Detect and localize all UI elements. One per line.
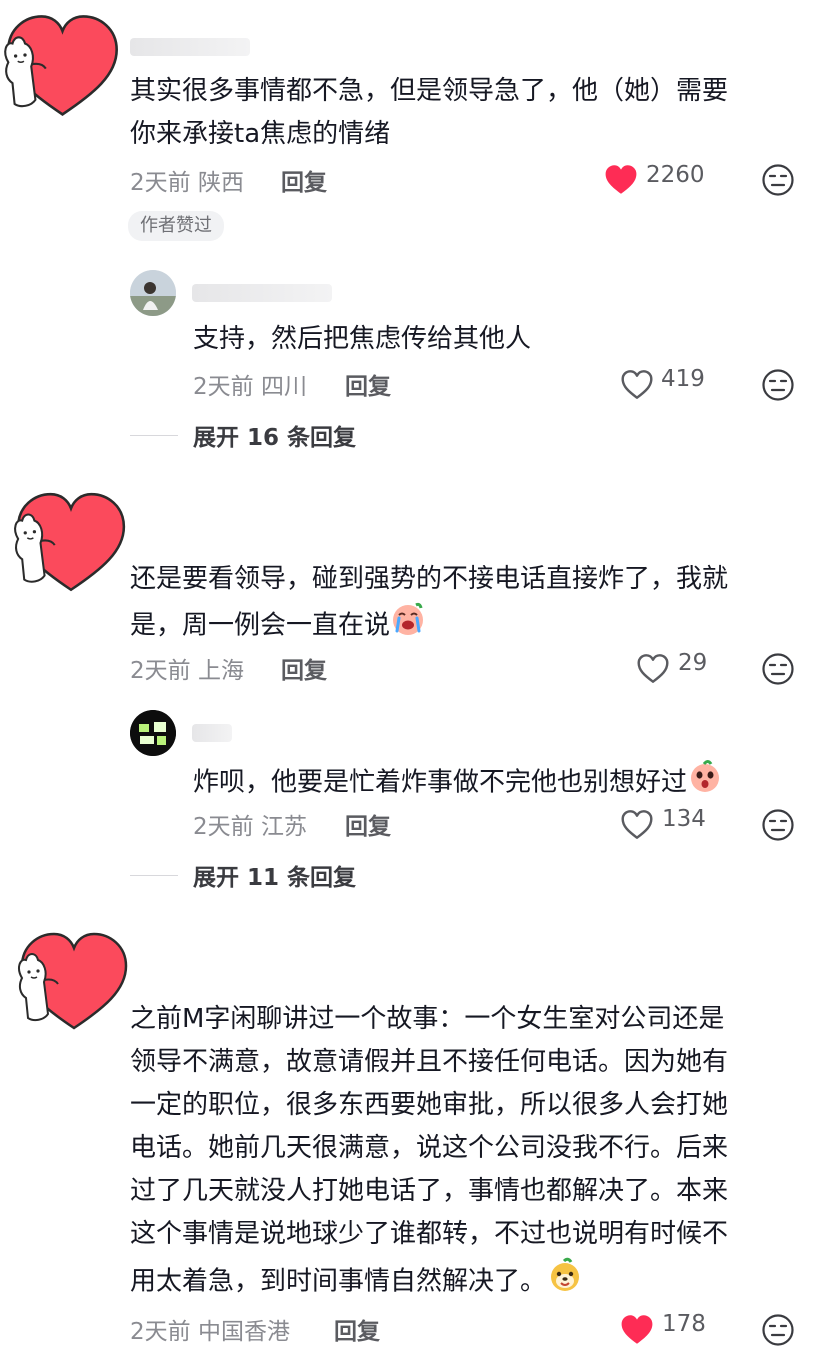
heart-outline-icon: [619, 808, 655, 841]
divider: [130, 875, 178, 876]
username[interactable]: [130, 38, 250, 56]
reply-time: 2天前: [193, 374, 254, 400]
like-button[interactable]: [619, 808, 655, 845]
author-liked-badge: 作者赞过: [128, 211, 224, 241]
like-count: 419: [661, 366, 705, 392]
reply-location: 江苏: [260, 814, 307, 840]
dislike-face-icon: [761, 368, 795, 402]
dislike-face-icon: [761, 652, 795, 686]
text-logo-icon: [130, 710, 176, 756]
reply-location: 四川: [260, 374, 307, 400]
expand-replies-button[interactable]: 展开 16 条回复: [193, 418, 356, 452]
reply-text: 支持，然后把焦虑传给其他人: [193, 324, 532, 354]
commenter-avatar-sticker[interactable]: [0, 10, 130, 125]
like-button[interactable]: [603, 163, 639, 200]
reply-avatar[interactable]: [130, 710, 176, 756]
reply-username[interactable]: [192, 284, 332, 302]
heart-outline-icon: [635, 652, 671, 685]
dislike-face-icon: [761, 808, 795, 842]
dislike-face-icon: [761, 163, 795, 197]
expand-replies-button[interactable]: 展开 11 条回复: [193, 858, 356, 892]
comment-meta: 2天前 陕西: [130, 163, 244, 197]
reply-text: 炸呗，他要是忙着炸事做不完他也别想好过: [193, 758, 723, 808]
dislike-button[interactable]: [761, 808, 795, 846]
dog-emoji-icon: [546, 1256, 584, 1308]
comment-time: 2天前: [130, 658, 191, 684]
heart-filled-icon: [619, 1313, 655, 1346]
dislike-button[interactable]: [761, 1313, 795, 1351]
comment-meta: 2天前 中国香港: [130, 1312, 290, 1346]
comment-text: 还是要看领导，碰到强势的不接电话直接炸了，我就 是，周一例会一直在说: [130, 558, 728, 651]
like-count: 178: [662, 1311, 706, 1337]
comment-location: 中国香港: [197, 1319, 290, 1345]
dislike-button[interactable]: [761, 652, 795, 690]
comment-time: 2天前: [130, 1319, 191, 1345]
dislike-button[interactable]: [761, 368, 795, 406]
reply-username[interactable]: [192, 724, 232, 742]
commenter-avatar-sticker[interactable]: [10, 488, 140, 603]
comment-location: 陕西: [197, 170, 244, 196]
like-count: 29: [678, 650, 708, 676]
heart-sticker-icon: [10, 488, 132, 600]
crying-emoji-icon: [390, 601, 426, 651]
comment-time: 2天前: [130, 170, 191, 196]
like-count: 2260: [646, 162, 705, 188]
like-button[interactable]: [619, 1313, 655, 1350]
comment-text: 其实很多事情都不急，但是领导急了，他（她）需要 你来承接ta焦虑的情绪: [130, 76, 729, 149]
person-photo-icon: [130, 270, 176, 316]
heart-sticker-icon: [14, 928, 134, 1038]
reply-button[interactable]: 回复: [281, 163, 327, 197]
dislike-face-icon: [761, 1313, 795, 1347]
like-button[interactable]: [619, 368, 655, 405]
comment-location: 上海: [197, 658, 244, 684]
reply-button[interactable]: 回复: [281, 651, 327, 685]
reply-button[interactable]: 回复: [345, 367, 391, 401]
reply-meta: 2天前 四川: [193, 367, 307, 401]
commenter-avatar-sticker[interactable]: [14, 928, 144, 1043]
like-button[interactable]: [635, 652, 671, 689]
like-count: 134: [662, 806, 706, 832]
divider: [130, 435, 178, 436]
dislike-button[interactable]: [761, 163, 795, 201]
reply-time: 2天前: [193, 814, 254, 840]
shocked-emoji-icon: [687, 758, 723, 808]
reply-button[interactable]: 回复: [345, 807, 391, 841]
heart-filled-icon: [603, 163, 639, 196]
reply-button[interactable]: 回复: [334, 1312, 380, 1346]
comment-text: 之前M字闲聊讲过一个故事：一个女生室对公司还是 领导不满意，故意请假并且不接任何…: [130, 998, 728, 1308]
reply-avatar[interactable]: [130, 270, 176, 316]
reply-meta: 2天前 江苏: [193, 807, 307, 841]
comment-meta: 2天前 上海: [130, 651, 244, 685]
heart-outline-icon: [619, 368, 655, 401]
heart-sticker-icon: [0, 10, 125, 125]
